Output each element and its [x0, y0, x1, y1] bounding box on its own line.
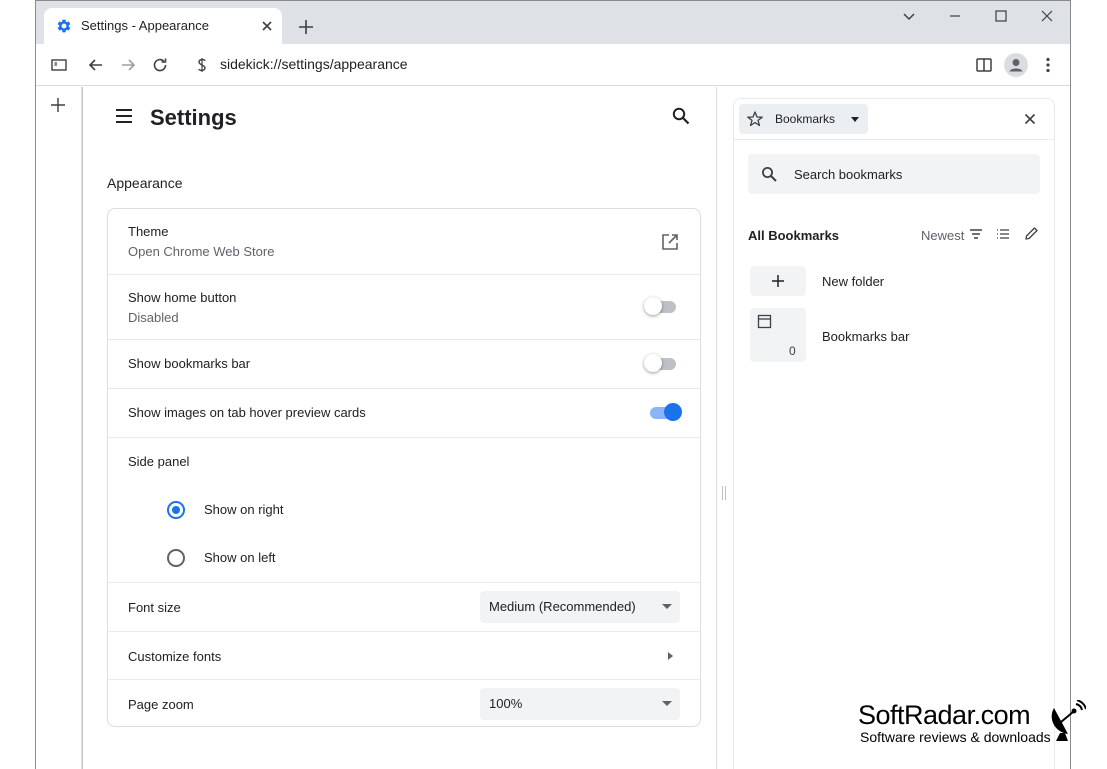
tab-settings[interactable]: Settings - Appearance	[44, 8, 282, 44]
customize-fonts-label: Customize fonts	[128, 649, 222, 664]
settings-page: Settings Appearance Theme Open Chrome We…	[83, 87, 716, 769]
appearance-card: Theme Open Chrome Web Store Show home bu…	[107, 208, 701, 727]
font-size-row: Font size Medium (Recommended)	[108, 582, 700, 631]
bookmarks-bar-row: Show bookmarks bar	[108, 339, 700, 388]
sort-icon[interactable]	[969, 227, 983, 241]
chevron-down-icon	[662, 604, 672, 609]
show-on-right-label[interactable]: Show on right	[204, 502, 284, 517]
radio-show-on-right[interactable]	[167, 501, 185, 519]
font-size-label: Font size	[128, 600, 181, 615]
font-size-value: Medium (Recommended)	[489, 599, 636, 614]
new-folder-label[interactable]: New folder	[822, 274, 884, 289]
add-icon[interactable]	[49, 96, 67, 114]
bookmark-search-input[interactable]: Search bookmarks	[748, 154, 1040, 194]
page-zoom-row: Page zoom 100%	[108, 679, 700, 727]
side-panel-dropdown[interactable]: Bookmarks	[739, 104, 868, 134]
chevron-right-icon	[668, 652, 673, 660]
browser-window: Settings - Appearance sidekick://setting…	[35, 0, 1071, 769]
side-panel-label: Side panel	[128, 454, 190, 469]
bookmark-count: 0	[789, 344, 796, 358]
panel-divider	[716, 87, 717, 769]
home-button-sub: Disabled	[128, 310, 179, 325]
chevron-down-icon	[662, 701, 672, 706]
satellite-dish-icon	[1051, 700, 1086, 741]
close-panel-icon[interactable]	[1022, 111, 1038, 127]
back-icon[interactable]	[86, 55, 106, 75]
page-zoom-select[interactable]: 100%	[480, 688, 680, 720]
bookmarks-bar-label[interactable]: Bookmarks bar	[822, 329, 909, 344]
menu-icon[interactable]	[114, 106, 134, 126]
customize-fonts-row[interactable]: Customize fonts	[108, 631, 700, 679]
reload-icon[interactable]	[150, 55, 170, 75]
new-folder-tile[interactable]	[750, 266, 806, 296]
bookmarks-side-panel: Bookmarks Search bookmarks All Bookmarks…	[733, 98, 1055, 769]
site-info-icon[interactable]	[194, 55, 210, 75]
home-button-toggle[interactable]	[644, 296, 680, 316]
page-title: Settings	[150, 105, 237, 130]
search-placeholder: Search bookmarks	[794, 167, 903, 182]
toolbar: sidekick://settings/appearance	[36, 44, 1070, 86]
tab-hover-row: Show images on tab hover preview cards	[108, 388, 700, 437]
page-zoom-label: Page zoom	[128, 697, 194, 712]
bookmarks-bar-label: Show bookmarks bar	[128, 356, 251, 371]
bookmarks-bar-toggle[interactable]	[644, 353, 680, 373]
search-icon	[762, 167, 777, 182]
close-tab-icon[interactable]	[258, 17, 276, 35]
open-external-icon[interactable]	[660, 232, 680, 252]
profile-avatar[interactable]	[1004, 53, 1028, 77]
address-bar[interactable]: sidekick://settings/appearance	[220, 56, 408, 72]
new-tab-icon[interactable]	[296, 17, 316, 37]
gear-icon	[57, 19, 71, 33]
sort-label[interactable]: Newest	[921, 228, 964, 243]
side-panel-dropdown-label: Bookmarks	[775, 112, 836, 126]
split-view-icon[interactable]	[974, 55, 994, 75]
star-icon	[747, 111, 763, 127]
sidebar-toggle-icon[interactable]	[49, 55, 69, 75]
radio-show-on-left[interactable]	[167, 549, 185, 567]
caret-down-icon	[851, 117, 859, 122]
all-bookmarks-heading: All Bookmarks	[748, 228, 840, 243]
theme-label: Theme	[128, 224, 169, 239]
watermark-brand: SoftRadar.com	[858, 700, 1031, 730]
forward-icon[interactable]	[118, 55, 138, 75]
theme-row[interactable]: Theme Open Chrome Web Store	[108, 209, 700, 274]
side-panel-header: Bookmarks	[734, 99, 1054, 140]
more-options-icon[interactable]	[1038, 55, 1058, 75]
tab-hover-label: Show images on tab hover preview cards	[128, 405, 366, 420]
theme-sub: Open Chrome Web Store	[128, 244, 275, 259]
side-panel-row: Side panel Show on right Show on left	[108, 437, 700, 582]
home-button-label: Show home button	[128, 290, 237, 305]
tab-hover-toggle[interactable]	[646, 402, 682, 422]
edit-icon[interactable]	[1024, 226, 1039, 241]
list-view-icon[interactable]	[996, 227, 1010, 241]
tab-title: Settings - Appearance	[81, 18, 209, 33]
minimize-icon[interactable]	[944, 5, 966, 27]
section-title: Appearance	[107, 175, 183, 191]
watermark-tagline: Software reviews & downloads	[860, 729, 1051, 745]
page-zoom-value: 100%	[489, 696, 523, 711]
close-window-icon[interactable]	[1036, 5, 1058, 27]
home-button-row: Show home button Disabled	[108, 274, 700, 339]
tab-strip: Settings - Appearance	[36, 1, 1070, 44]
show-on-left-label[interactable]: Show on left	[204, 550, 276, 565]
search-icon[interactable]	[671, 106, 691, 126]
font-size-select[interactable]: Medium (Recommended)	[480, 591, 680, 623]
maximize-icon[interactable]	[990, 5, 1012, 27]
tab-search-icon[interactable]	[898, 5, 920, 27]
folder-icon	[757, 314, 772, 329]
left-rail	[36, 87, 82, 769]
resize-handle[interactable]	[721, 485, 727, 501]
add-icon	[772, 275, 784, 287]
bookmarks-bar-tile[interactable]: 0	[750, 308, 806, 362]
person-icon	[1009, 59, 1023, 72]
